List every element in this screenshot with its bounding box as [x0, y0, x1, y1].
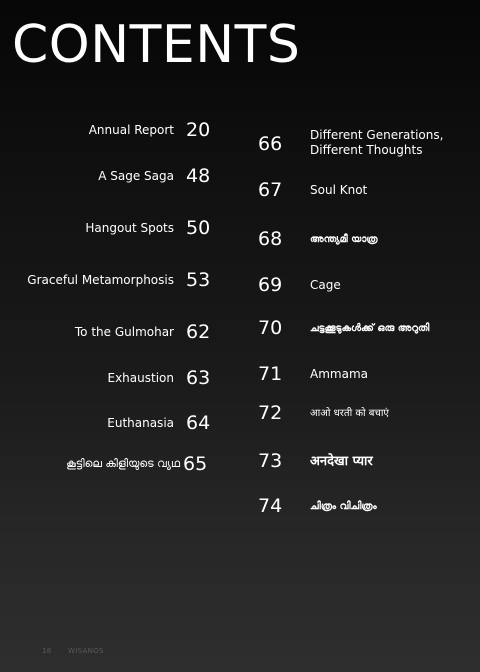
- toc-entry-title: Hangout Spots: [85, 221, 174, 235]
- toc-entry-title: ചിത്രം വിചിത്രം: [310, 501, 377, 512]
- toc-entry[interactable]: 74 ചിത്രം വിചിത്രം: [258, 492, 468, 522]
- toc-entry-page: 64: [186, 412, 211, 434]
- toc-entry-title: Graceful Metamorphosis: [27, 273, 174, 287]
- page-title: CONTENTS: [12, 15, 301, 75]
- toc-entry-title: Cage: [310, 278, 341, 292]
- toc-entry-page: 73: [258, 450, 283, 472]
- toc-entry-page: 65: [183, 453, 208, 475]
- toc-entry[interactable]: Euthanasia 64: [0, 409, 236, 439]
- toc-entry-title-line: Different Generations,: [310, 128, 444, 142]
- toc-entry-page: 48: [186, 165, 211, 187]
- toc-entry-page: 67: [258, 179, 283, 201]
- toc-entry-page: 53: [186, 269, 211, 291]
- toc-entry[interactable]: 73 अनदेखा प्यार: [258, 447, 468, 477]
- toc-entry[interactable]: 71 Ammama: [258, 360, 468, 390]
- toc-entry-title: आओ धरती को बचाएं: [310, 408, 389, 419]
- toc-entry-title: Annual Report: [88, 123, 174, 137]
- toc-entry-page: 20: [186, 119, 211, 141]
- toc-entry[interactable]: 70 ചട്ടക്കൂടുകൾക്ക് ഒരു അറുതി: [258, 314, 468, 344]
- toc-entry[interactable]: Exhaustion 63: [0, 364, 236, 394]
- toc-entry[interactable]: A Sage Saga 48: [0, 162, 236, 192]
- toc-entry-title: ചട്ടക്കൂടുകൾക്ക് ഒരു അറുതി: [310, 323, 430, 334]
- toc-entry-page: 62: [186, 321, 211, 343]
- toc-entry-page: 63: [186, 367, 211, 389]
- toc-entry-page: 71: [258, 363, 283, 385]
- toc-entry-title: Ammama: [310, 367, 368, 381]
- toc-entry-title: To the Gulmohar: [74, 325, 174, 339]
- toc-entry-title: അന്ത്യമീ യാത്ര: [310, 234, 378, 245]
- toc-entry[interactable]: 72 आओ धरती को बचाएं: [258, 399, 468, 429]
- toc-entry[interactable]: Annual Report 20: [0, 116, 236, 146]
- toc-entry-title: A Sage Saga: [98, 169, 174, 183]
- toc-entry-title: Euthanasia: [107, 416, 174, 430]
- toc-entry-page: 50: [186, 217, 211, 239]
- toc-entry[interactable]: 66 Different Generations, Different Thou…: [258, 128, 468, 160]
- toc-entry-title: Different Generations, Different Thought…: [310, 128, 443, 158]
- toc-entry-page: 66: [258, 133, 283, 155]
- footer-page-number: 18: [42, 647, 52, 655]
- toc-entry[interactable]: കൂട്ടിലെ കിളിയുടെ വ്യഥ 65: [0, 450, 236, 480]
- toc-entry-page: 69: [258, 274, 283, 296]
- toc-entry[interactable]: 68 അന്ത്യമീ യാത്ര: [258, 225, 468, 255]
- toc-entry-page: 70: [258, 317, 283, 339]
- toc-entry-title: Exhaustion: [107, 371, 175, 385]
- toc-entry[interactable]: 69 Cage: [258, 271, 468, 301]
- toc-entry[interactable]: Graceful Metamorphosis 53: [0, 266, 236, 296]
- toc-entry-title: കൂട്ടിലെ കിളിയുടെ വ്യഥ: [66, 457, 180, 470]
- toc-entry[interactable]: Hangout Spots 50: [0, 214, 236, 244]
- toc-entry-page: 72: [258, 402, 283, 424]
- toc-entry-page: 68: [258, 228, 283, 250]
- toc-entry[interactable]: 67 Soul Knot: [258, 176, 468, 206]
- toc-entry-title: Soul Knot: [310, 183, 368, 197]
- toc-entry-title-line: Different Thoughts: [310, 143, 423, 157]
- toc-entry[interactable]: To the Gulmohar 62: [0, 318, 236, 348]
- page-footer: 18 WISANOS: [42, 647, 118, 655]
- footer-publication: WISANOS: [68, 647, 104, 655]
- toc-entry-page: 74: [258, 495, 283, 517]
- toc-entry-title: अनदेखा प्यार: [310, 454, 373, 469]
